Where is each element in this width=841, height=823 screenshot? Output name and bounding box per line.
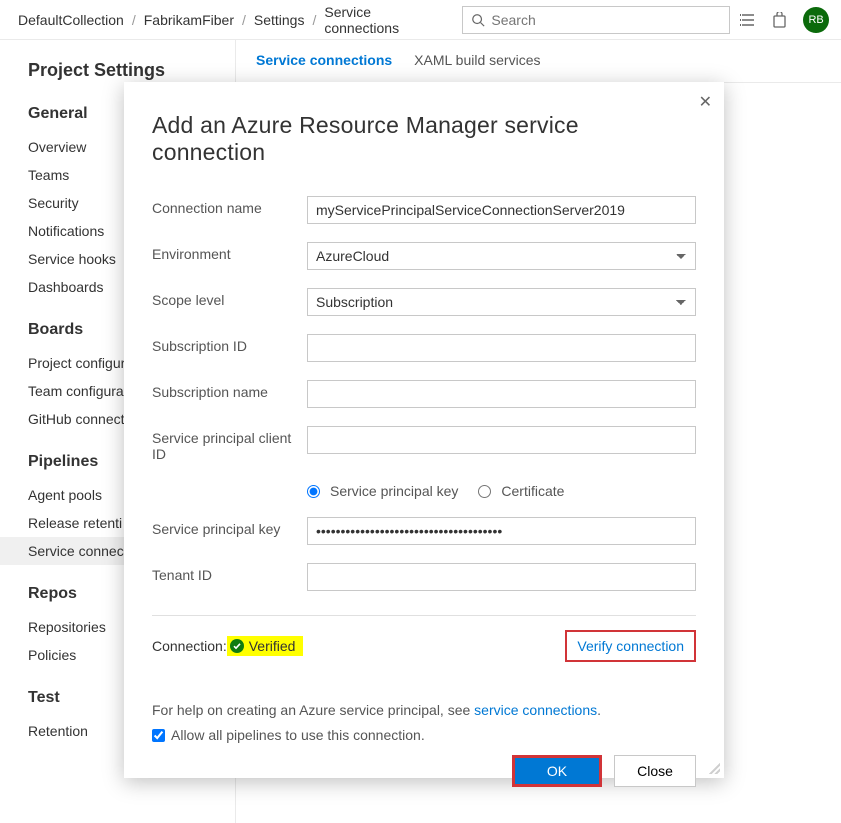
- breadcrumb-service-conn[interactable]: Service connections: [318, 4, 454, 36]
- search-box[interactable]: [462, 6, 729, 34]
- label-subscription-id: Subscription ID: [152, 334, 307, 354]
- shop-icon[interactable]: [766, 6, 794, 34]
- tab-service-connections[interactable]: Service connections: [256, 52, 392, 74]
- search-icon: [471, 13, 485, 27]
- input-connection-name[interactable]: [307, 196, 696, 224]
- verified-text: Verified: [249, 638, 296, 654]
- close-button[interactable]: Close: [614, 755, 696, 787]
- radio-label-sp-key[interactable]: Service principal key: [330, 483, 458, 499]
- sidebar-title: Project Settings: [28, 60, 235, 81]
- label-sp-client-id: Service principal client ID: [152, 426, 307, 462]
- divider: [152, 615, 696, 616]
- add-connection-dialog: ✕ Add an Azure Resource Manager service …: [124, 82, 724, 778]
- connection-label: Connection:: [152, 638, 227, 654]
- label-scope-level: Scope level: [152, 288, 307, 308]
- label-sp-key: Service principal key: [152, 517, 307, 537]
- list-icon[interactable]: [734, 6, 762, 34]
- input-subscription-id[interactable]: [307, 334, 696, 362]
- resize-grip-icon[interactable]: [706, 760, 720, 774]
- close-icon[interactable]: ✕: [699, 92, 712, 112]
- service-connections-link[interactable]: service connections: [474, 702, 597, 718]
- tab-xaml-build[interactable]: XAML build services: [414, 52, 540, 74]
- verified-badge: Verified: [227, 636, 304, 656]
- label-environment: Environment: [152, 242, 307, 262]
- top-bar: DefaultCollection / FabrikamFiber / Sett…: [0, 0, 841, 40]
- checkbox-allow-all[interactable]: [152, 729, 165, 742]
- input-sp-client-id[interactable]: [307, 426, 696, 454]
- select-environment[interactable]: AzureCloud: [307, 242, 696, 270]
- breadcrumb-project[interactable]: FabrikamFiber: [138, 12, 240, 28]
- dialog-title: Add an Azure Resource Manager service co…: [152, 112, 696, 166]
- input-tenant-id[interactable]: [307, 563, 696, 591]
- breadcrumb-sep: /: [310, 12, 318, 28]
- radio-label-certificate[interactable]: Certificate: [501, 483, 564, 499]
- select-scope-level[interactable]: Subscription: [307, 288, 696, 316]
- label-subscription-name: Subscription name: [152, 380, 307, 400]
- help-text: For help on creating an Azure service pr…: [152, 700, 696, 721]
- radio-certificate[interactable]: [478, 485, 491, 498]
- verify-connection-link[interactable]: Verify connection: [565, 630, 696, 662]
- input-subscription-name[interactable]: [307, 380, 696, 408]
- input-sp-key[interactable]: [307, 517, 696, 545]
- radio-sp-key[interactable]: [307, 485, 320, 498]
- main-tabs: Service connections XAML build services: [236, 40, 841, 83]
- breadcrumb-sep: /: [240, 12, 248, 28]
- search-input[interactable]: [491, 12, 720, 28]
- ok-button[interactable]: OK: [512, 755, 602, 787]
- avatar[interactable]: RB: [803, 7, 829, 33]
- breadcrumb-settings[interactable]: Settings: [248, 12, 311, 28]
- check-circle-icon: [229, 638, 245, 654]
- label-connection-name: Connection name: [152, 196, 307, 216]
- checkbox-allow-all-label: Allow all pipelines to use this connecti…: [171, 727, 425, 743]
- breadcrumb-collection[interactable]: DefaultCollection: [12, 12, 130, 28]
- breadcrumb-sep: /: [130, 12, 138, 28]
- label-tenant-id: Tenant ID: [152, 563, 307, 583]
